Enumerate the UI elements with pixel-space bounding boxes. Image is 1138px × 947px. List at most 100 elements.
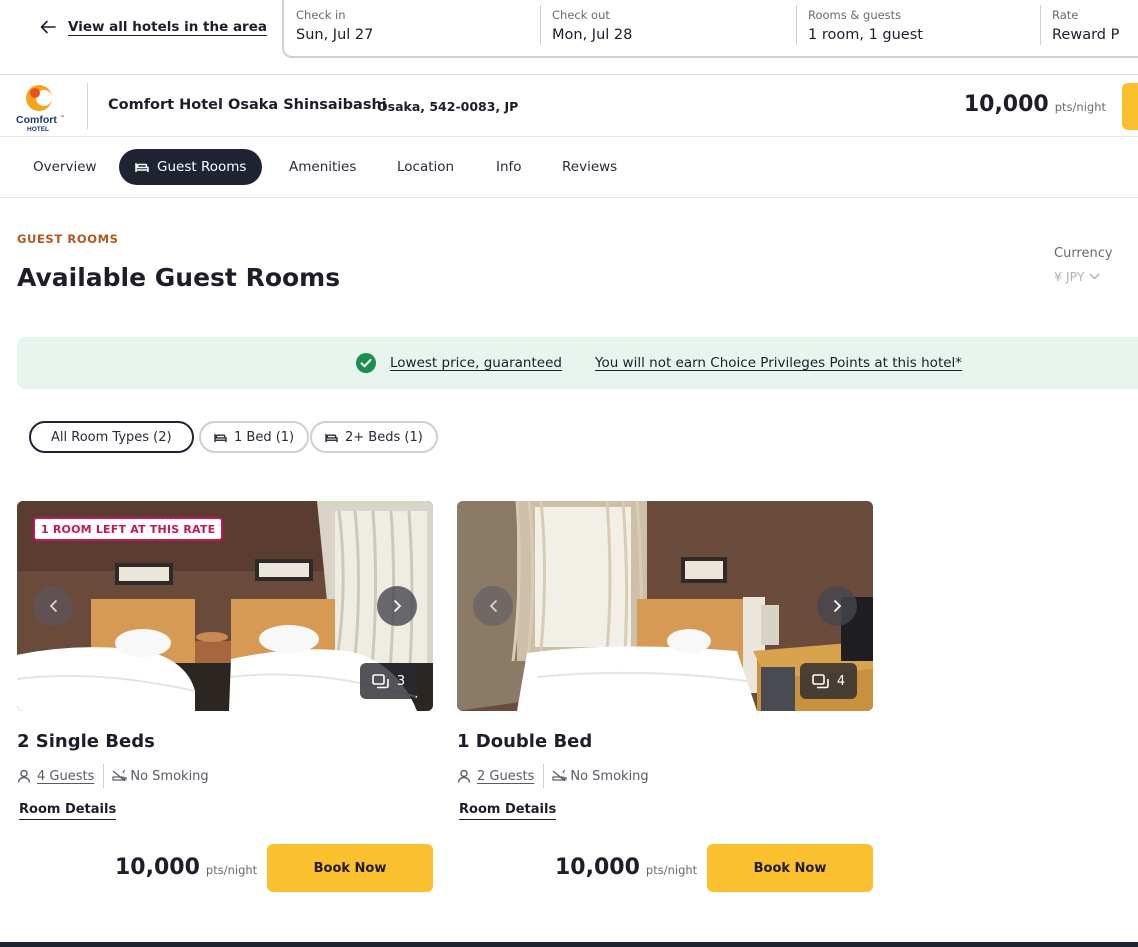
page-bottom-edge: [0, 942, 1138, 947]
person-icon: [17, 769, 31, 783]
carousel-prev-button[interactable]: [473, 586, 513, 626]
room-meta: 2 Guests No Smoking: [457, 764, 649, 788]
room-smoking: No Smoking: [544, 768, 649, 784]
logo-trademark: ™: [60, 114, 64, 119]
check-in-value: Sun, Jul 27: [296, 27, 374, 43]
room-guests: 4 Guests: [17, 764, 105, 788]
room-photo-carousel[interactable]: 4: [457, 501, 873, 711]
rooms-guests-value: 1 room, 1 guest: [808, 27, 923, 43]
room-smoking-label: No Smoking: [130, 768, 209, 784]
room-price-value: 10,000: [555, 855, 640, 880]
tab-info[interactable]: Info: [482, 149, 536, 185]
header-price-unit: pts/night: [1054, 100, 1106, 114]
filter-all-room-types[interactable]: All Room Types (2): [29, 421, 194, 453]
room-details-link[interactable]: Room Details: [459, 802, 557, 820]
header-book-button[interactable]: [1122, 83, 1138, 130]
hotel-address: Osaka, 542-0083, JP: [377, 99, 519, 114]
check-out-caption: Check out: [552, 8, 610, 22]
rooms-guests-caption: Rooms & guests: [808, 8, 902, 22]
room-title: 2 Single Beds: [17, 731, 155, 752]
filter-1-bed[interactable]: 1 Bed (1): [199, 421, 310, 453]
room-title: 1 Double Bed: [457, 731, 593, 752]
photo-count-button[interactable]: 4: [800, 663, 857, 699]
room-details-link[interactable]: Room Details: [19, 802, 117, 820]
rate-field[interactable]: Rate Reward P: [1040, 0, 1138, 56]
room-smoking-label: No Smoking: [570, 768, 649, 784]
logo-divider: [87, 83, 88, 129]
room-photo-carousel[interactable]: 1 ROOM LEFT AT THIS RATE 3: [17, 501, 433, 711]
room-price: 10,000 pts/night: [115, 855, 257, 880]
photo-count-value: 4: [836, 673, 846, 689]
tab-amenities[interactable]: Amenities: [275, 149, 370, 185]
room-guests-link[interactable]: 4 Guests: [37, 769, 94, 784]
no-smoking-icon: [112, 770, 127, 782]
no-points-link[interactable]: You will not earn Choice Privileges Poin…: [595, 355, 962, 371]
section-eyebrow: GUEST ROOMS: [17, 232, 119, 246]
room-guests-link[interactable]: 2 Guests: [477, 769, 534, 784]
check-out-field[interactable]: Check out Mon, Jul 28: [540, 0, 796, 56]
view-all-hotels-label: View all hotels in the area: [68, 19, 267, 35]
top-search-bar: View all hotels in the area Check in Sun…: [0, 0, 1138, 75]
room-price-unit: pts/night: [645, 863, 698, 877]
header-price-value: 10,000: [963, 92, 1049, 117]
rooms-guests-field[interactable]: Rooms & guests 1 room, 1 guest: [796, 0, 1040, 56]
tab-guest-rooms[interactable]: Guest Rooms: [119, 149, 263, 185]
room-card: 1 ROOM LEFT AT THIS RATE 3 2 Single Beds…: [17, 501, 433, 893]
tab-location-label: Location: [397, 159, 455, 175]
check-out-value: Mon, Jul 28: [552, 27, 633, 43]
stay-search-box: Check in Sun, Jul 27 Check out Mon, Jul …: [282, 0, 1138, 58]
chevron-left-icon: [49, 599, 57, 613]
person-icon: [457, 769, 471, 783]
lowest-price-link[interactable]: Lowest price, guaranteed: [390, 355, 562, 371]
carousel-next-button[interactable]: [817, 586, 857, 626]
room-price-value: 10,000: [115, 855, 200, 880]
tab-guest-rooms-label: Guest Rooms: [157, 159, 247, 175]
room-price: 10,000 pts/night: [555, 855, 697, 880]
carousel-next-button[interactable]: [377, 586, 417, 626]
room-card: 4 1 Double Bed 2 Guests No Smoking Room …: [457, 501, 873, 893]
check-circle-icon: [356, 353, 376, 373]
header-price: 10,000 pts/night: [964, 92, 1106, 117]
price-guarantee-banner: Lowest price, guaranteed You will not ea…: [17, 337, 1138, 389]
logo-wordmark: Comfort: [16, 114, 57, 126]
chevron-right-icon: [393, 599, 401, 613]
view-all-hotels-link[interactable]: View all hotels in the area: [40, 16, 267, 38]
availability-badge: 1 ROOM LEFT AT THIS RATE: [33, 517, 224, 541]
currency-caption: Currency: [1054, 246, 1113, 261]
logo-subtext: HOTEL: [27, 126, 49, 133]
page-title: Available Guest Rooms: [17, 263, 341, 292]
rate-caption: Rate: [1052, 8, 1079, 22]
room-smoking: No Smoking: [104, 768, 209, 784]
bed-icon: [135, 163, 149, 172]
tab-amenities-label: Amenities: [289, 159, 357, 175]
room-meta: 4 Guests No Smoking: [17, 764, 209, 788]
room-price-unit: pts/night: [205, 863, 258, 877]
currency-select[interactable]: ¥ JPY: [1054, 269, 1100, 284]
comfort-hotel-logo[interactable]: Comfort ™ HOTEL: [16, 81, 70, 133]
book-now-button[interactable]: Book Now: [707, 844, 873, 892]
photo-count-value: 3: [396, 673, 406, 689]
check-in-field[interactable]: Check in Sun, Jul 27: [284, 0, 540, 56]
no-smoking-icon: [552, 770, 567, 782]
tab-location[interactable]: Location: [383, 149, 468, 185]
filter-all-room-types-label: All Room Types (2): [51, 429, 172, 445]
tab-overview[interactable]: Overview: [19, 149, 111, 185]
tab-reviews-label: Reviews: [562, 159, 618, 175]
filter-2-plus-beds-label: 2+ Beds (1): [345, 429, 423, 445]
tab-reviews[interactable]: Reviews: [548, 149, 631, 185]
check-in-caption: Check in: [296, 8, 346, 22]
bed-icon: [214, 433, 227, 442]
rate-value: Reward P: [1052, 27, 1120, 43]
gallery-icon: [812, 673, 829, 688]
hotel-tabs: Overview Guest Rooms Amenities Location …: [0, 137, 1138, 198]
chevron-left-icon: [489, 599, 497, 613]
photo-count-button[interactable]: 3: [360, 663, 417, 699]
chevron-down-icon: [1088, 273, 1100, 280]
chevron-right-icon: [833, 599, 841, 613]
arrow-left-icon: [40, 20, 56, 34]
room-guests: 2 Guests: [457, 764, 545, 788]
filter-2-plus-beds[interactable]: 2+ Beds (1): [310, 421, 438, 453]
book-now-button[interactable]: Book Now: [267, 844, 433, 892]
tab-overview-label: Overview: [33, 159, 97, 175]
carousel-prev-button[interactable]: [33, 586, 73, 626]
